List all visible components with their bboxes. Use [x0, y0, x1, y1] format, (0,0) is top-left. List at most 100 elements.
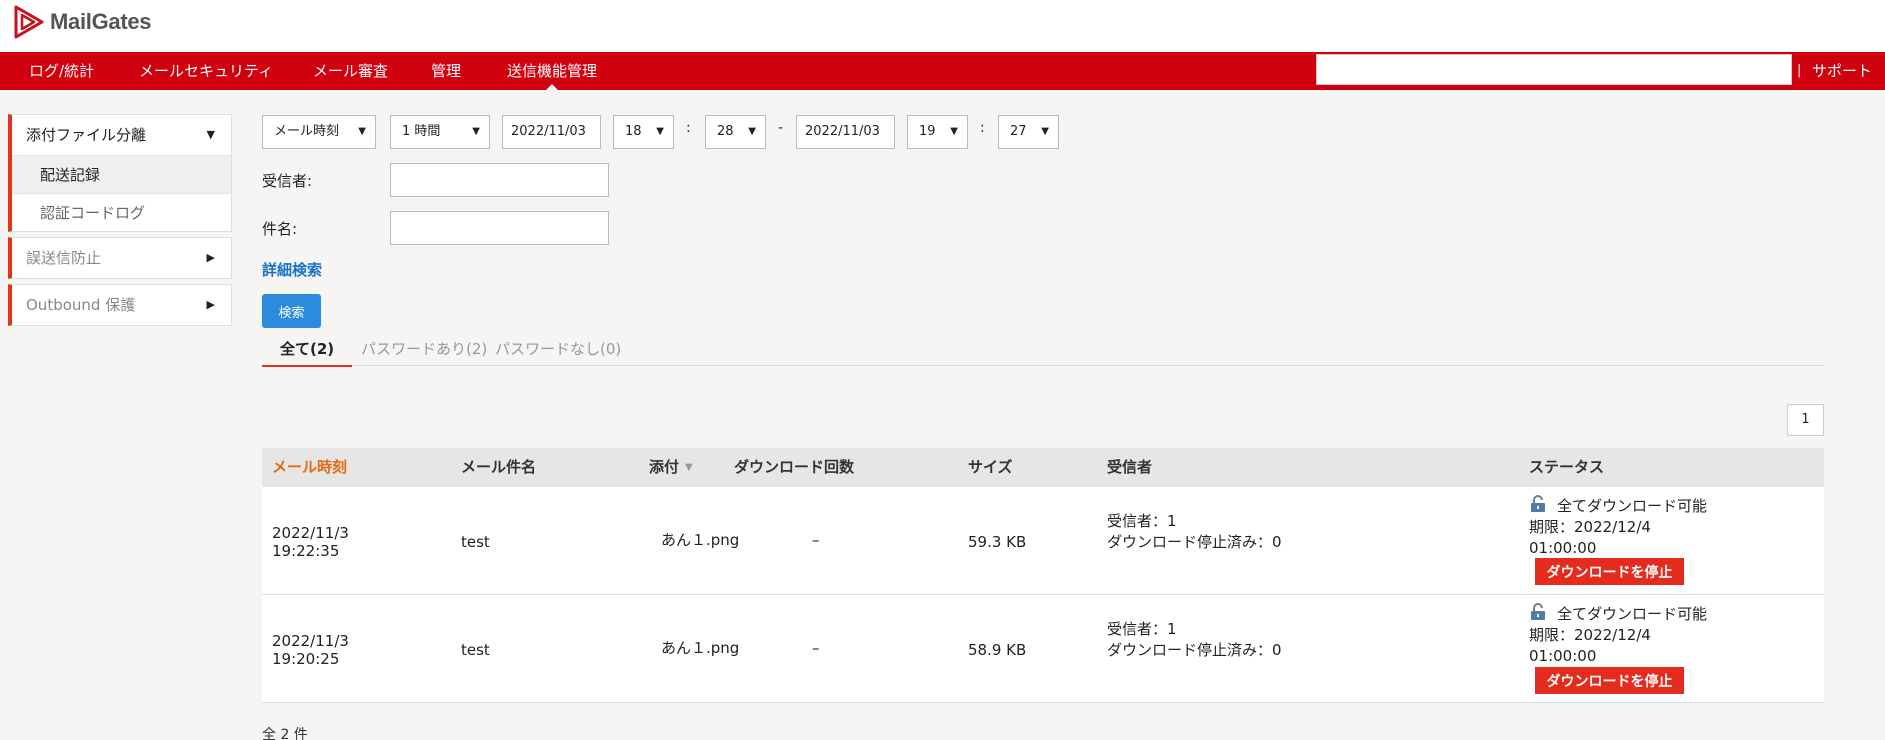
search-button[interactable]: 検索	[262, 294, 321, 328]
mail-time-date: 2022/11/3	[272, 524, 349, 542]
start-date-input[interactable]: 2022/11/03	[502, 115, 601, 149]
column-header-download-count[interactable]: ダウンロード回数	[734, 448, 854, 487]
time-type-select[interactable]: メール時刻 ▼	[262, 115, 376, 149]
sidebar-item-auth-code-log[interactable]: 認証コードログ	[12, 193, 231, 231]
mail-time-date: 2022/11/3	[272, 632, 349, 650]
recipient-input[interactable]	[390, 163, 609, 197]
download-count: –	[812, 639, 820, 657]
attachment-name[interactable]: あん１.png	[661, 639, 739, 657]
dropdown-arrow-icon: ▼	[1041, 126, 1049, 137]
tab-all[interactable]: 全て(2)	[262, 338, 352, 367]
expiry-date: 期限：2022/12/4	[1529, 626, 1651, 644]
status-text: 全てダウンロード可能	[1557, 605, 1708, 623]
status-text: 全てダウンロード可能	[1557, 497, 1708, 515]
start-hour-select[interactable]: 18 ▼	[613, 115, 674, 149]
nav-item-mail-security[interactable]: メールセキュリティ	[139, 52, 273, 90]
column-header-size[interactable]: サイズ	[968, 448, 1013, 487]
mail-size: 58.9 KB	[968, 641, 1027, 659]
caret-right-icon: ▶	[206, 251, 215, 264]
column-header-recipients[interactable]: 受信者	[1107, 448, 1152, 487]
end-hour-value: 19	[919, 124, 936, 139]
column-header-subject[interactable]: メール件名	[461, 448, 536, 487]
end-date-input[interactable]: 2022/11/03	[796, 115, 895, 149]
sidebar-group-header[interactable]: 誤送信防止 ▶	[12, 238, 231, 278]
table-row: 2022/11/3 19:22:35 test あん１.png – 59.3 K…	[262, 487, 1824, 595]
range-dash: -	[778, 120, 784, 136]
stopped-count: ダウンロード停止済み：0	[1107, 533, 1282, 551]
table-header: メール時刻 ▼ メール件名 添付 ダウンロード回数 サイズ 受信者 ステータス	[262, 448, 1824, 487]
total-count: 全 2 件	[262, 727, 308, 740]
pagination-page-button[interactable]: 1	[1787, 404, 1824, 436]
end-hour-select[interactable]: 19 ▼	[907, 115, 968, 149]
nav-item-logs[interactable]: ログ/統計	[29, 52, 94, 90]
dropdown-arrow-icon: ▼	[950, 126, 958, 137]
sidebar-group-header[interactable]: Outbound 保護 ▶	[12, 285, 231, 325]
subject-input[interactable]	[390, 211, 609, 245]
sidebar-group-label: Outbound 保護	[26, 296, 136, 314]
mailgates-logo-icon	[14, 5, 44, 39]
sidebar-group-outbound-protection: Outbound 保護 ▶	[8, 284, 232, 326]
range-select[interactable]: 1 時間 ▼	[390, 115, 490, 149]
stop-download-button[interactable]: ダウンロードを停止	[1535, 667, 1684, 694]
nav-item-send-management[interactable]: 送信機能管理	[507, 52, 597, 90]
column-header-attachment[interactable]: 添付	[649, 448, 679, 487]
end-minute-select[interactable]: 27 ▼	[998, 115, 1059, 149]
unlock-icon	[1529, 603, 1547, 625]
download-count: –	[812, 531, 820, 549]
sidebar-group-label: 誤送信防止	[26, 249, 102, 267]
app-title: MailGates	[50, 9, 152, 34]
mail-subject: test	[461, 641, 490, 659]
sidebar-item-delivery-log[interactable]: 配送記録	[12, 155, 231, 193]
mail-time-clock: 19:22:35	[272, 542, 340, 560]
nav-support-link[interactable]: サポート	[1812, 52, 1872, 90]
unlock-icon	[1529, 495, 1547, 517]
sidebar-group-misdelivery-prevention: 誤送信防止 ▶	[8, 237, 232, 279]
dropdown-arrow-icon: ▼	[472, 126, 480, 137]
start-minute-select[interactable]: 28 ▼	[705, 115, 766, 149]
start-hour-value: 18	[625, 124, 642, 139]
recipient-count: 受信者：1	[1107, 512, 1177, 530]
caret-right-icon: ▶	[206, 298, 215, 311]
expiry-time: 01:00:00	[1529, 647, 1597, 665]
recipient-label: 受信者:	[262, 172, 313, 190]
status-line: 全てダウンロード可能	[1529, 495, 1707, 517]
dropdown-arrow-icon: ▼	[358, 126, 366, 137]
tab-with-password[interactable]: パスワードあり(2)	[361, 338, 487, 366]
advanced-search-link[interactable]: 詳細検索	[262, 259, 322, 280]
mail-time-clock: 19:20:25	[272, 650, 340, 668]
attachment-name[interactable]: あん１.png	[661, 531, 739, 549]
stop-download-button[interactable]: ダウンロードを停止	[1535, 558, 1684, 585]
mail-size: 59.3 KB	[968, 533, 1027, 551]
status-line: 全てダウンロード可能	[1529, 603, 1707, 625]
time-colon: :	[686, 120, 691, 136]
range-value: 1 時間	[402, 124, 441, 139]
stopped-count: ダウンロード停止済み：0	[1107, 641, 1282, 659]
nav-item-mail-review[interactable]: メール審査	[313, 52, 388, 90]
sort-desc-icon[interactable]: ▼	[685, 448, 693, 487]
subject-label: 件名:	[262, 220, 298, 238]
mail-subject: test	[461, 533, 490, 551]
top-bar: MailGates	[0, 0, 1885, 52]
time-colon: :	[980, 120, 985, 136]
table-row: 2022/11/3 19:20:25 test あん１.png – 58.9 K…	[262, 595, 1824, 703]
app-logo[interactable]: MailGates	[14, 4, 152, 40]
tab-without-password[interactable]: パスワードなし(0)	[495, 338, 621, 366]
sidebar-group-header[interactable]: 添付ファイル分離 ▼	[12, 115, 231, 155]
nav-separator: |	[1797, 63, 1802, 78]
dropdown-arrow-icon: ▼	[656, 126, 664, 137]
dropdown-arrow-icon: ▼	[748, 126, 756, 137]
sidebar-group-label: 添付ファイル分離	[26, 126, 147, 144]
nav-item-admin[interactable]: 管理	[431, 52, 461, 90]
end-minute-value: 27	[1010, 124, 1027, 139]
global-search-input[interactable]	[1316, 54, 1792, 85]
recipient-count: 受信者：1	[1107, 620, 1177, 638]
time-type-value: メール時刻	[274, 124, 340, 139]
expiry-time: 01:00:00	[1529, 539, 1597, 557]
sidebar-group-attachment-isolation: 添付ファイル分離 ▼ 配送記録 認証コードログ	[8, 114, 232, 232]
expiry-date: 期限：2022/12/4	[1529, 518, 1651, 536]
column-header-mail-time[interactable]: メール時刻	[272, 448, 347, 487]
sidebar: 添付ファイル分離 ▼ 配送記録 認証コードログ 誤送信防止 ▶ Outbound…	[8, 114, 232, 331]
column-header-status[interactable]: ステータス	[1529, 448, 1604, 487]
start-minute-value: 28	[717, 124, 734, 139]
caret-down-icon: ▼	[206, 128, 215, 141]
